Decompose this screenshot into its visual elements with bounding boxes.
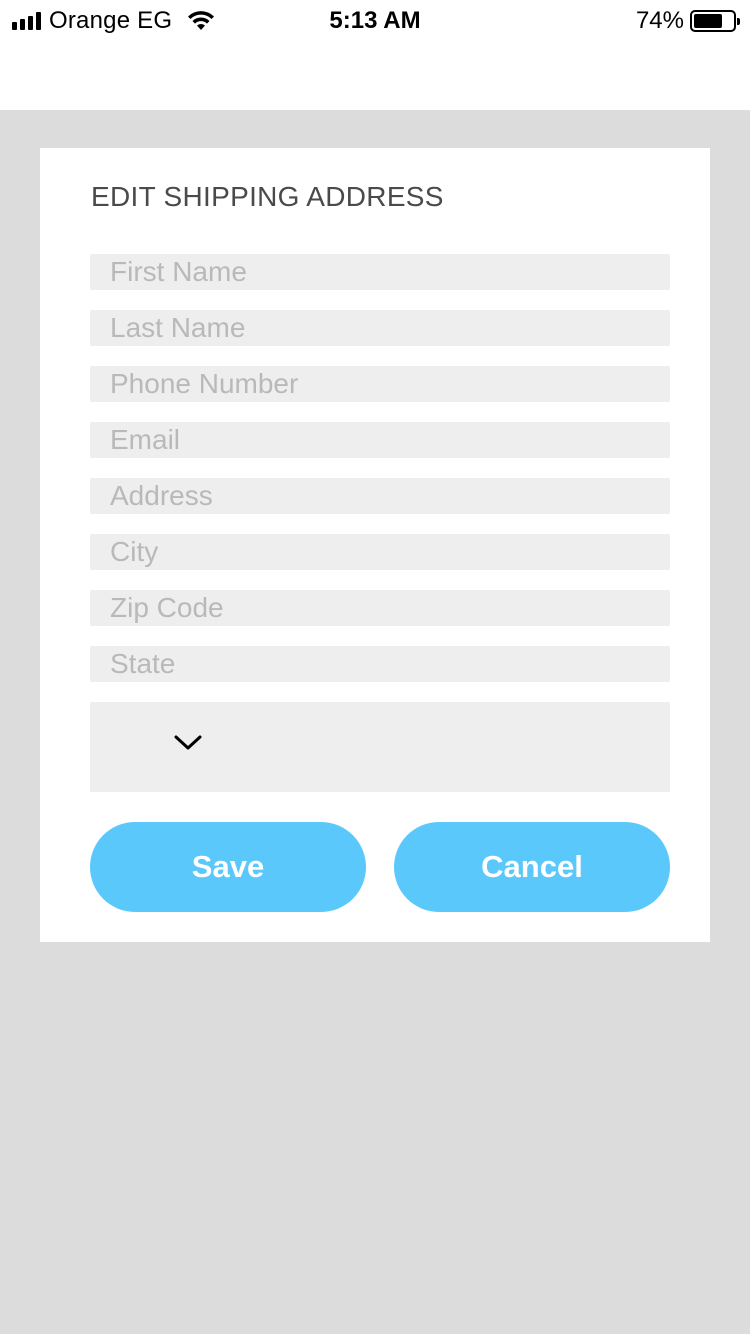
- dialog-title: EDIT SHIPPING ADDRESS: [91, 181, 444, 212]
- battery-fill: [694, 14, 723, 28]
- battery-nub: [737, 18, 740, 25]
- cancel-button[interactable]: Cancel: [394, 822, 670, 912]
- battery-percentage: 74%: [635, 7, 684, 34]
- last-name-field[interactable]: [90, 310, 670, 346]
- email-field[interactable]: [90, 422, 670, 458]
- save-button[interactable]: Save: [90, 822, 366, 912]
- status-right: 74%: [635, 6, 740, 36]
- first-name-field[interactable]: [90, 254, 670, 290]
- zip-code-field[interactable]: [90, 590, 670, 626]
- country-dropdown[interactable]: [90, 702, 670, 792]
- chevron-down-icon: [174, 735, 202, 750]
- status-bar: Orange EG 5:13 AM 74%: [0, 0, 750, 110]
- phone-number-field[interactable]: [90, 366, 670, 402]
- battery-icon: [690, 10, 740, 32]
- edit-address-dialog: EDIT SHIPPING ADDRESS Save Cancel: [40, 148, 710, 942]
- state-field[interactable]: [90, 646, 670, 682]
- city-field[interactable]: [90, 534, 670, 570]
- address-field[interactable]: [90, 478, 670, 514]
